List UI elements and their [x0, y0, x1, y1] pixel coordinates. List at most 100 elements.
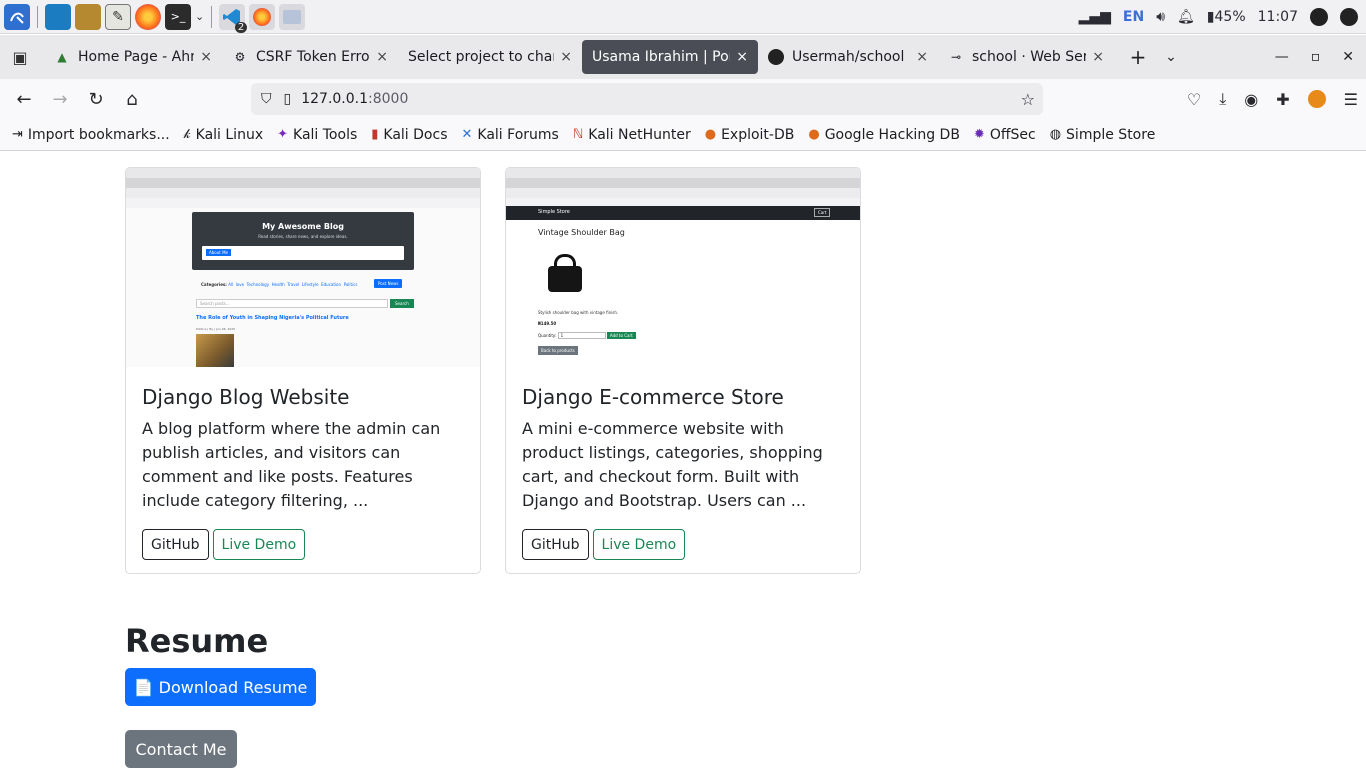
minimize-icon[interactable]: —: [1275, 49, 1289, 65]
bookmark-ghdb[interactable]: ● Google Hacking DB: [808, 127, 960, 143]
home-icon[interactable]: ⌂: [114, 81, 150, 117]
new-tab-button[interactable]: +: [1120, 45, 1156, 69]
bookmark-label: Kali NetHunter: [588, 126, 691, 143]
menu-icon[interactable]: ☰: [1344, 90, 1358, 109]
power-icon[interactable]: [1340, 7, 1358, 26]
mini-cart-button: Cart: [814, 208, 831, 217]
tab-list-chevron-icon[interactable]: ⌄: [1156, 49, 1186, 65]
bookmark-label: Simple Store: [1066, 126, 1156, 143]
volume-icon[interactable]: 🔊︎: [1156, 9, 1165, 25]
tab-label: Select project to change: [408, 49, 554, 65]
vscode-icon[interactable]: 2: [219, 3, 248, 33]
close-icon[interactable]: ×: [916, 49, 928, 65]
notification-bell-icon[interactable]: 🔔︎: [1177, 9, 1195, 25]
mini-bag-image: [548, 254, 582, 294]
bookmark-kali-linux[interactable]: 𝓀 Kali Linux: [184, 127, 263, 143]
url-bar[interactable]: ⛉ ▯ 127.0.0.1:8000 ☆: [251, 83, 1043, 115]
text-editor-icon[interactable]: ✎: [105, 3, 131, 30]
bookmark-simple-store[interactable]: ◍ Simple Store: [1050, 127, 1156, 143]
forward-arrow-icon[interactable]: →: [42, 81, 78, 117]
tab-select-project[interactable]: Select project to change ×: [398, 40, 582, 74]
live-demo-button[interactable]: Live Demo: [592, 529, 686, 560]
reload-icon[interactable]: ↻: [78, 81, 114, 117]
live-demo-button[interactable]: Live Demo: [212, 529, 306, 560]
clock[interactable]: 11:07: [1258, 9, 1298, 25]
bookmark-label: OffSec: [989, 126, 1036, 143]
tab-render-school[interactable]: ⊸ school · Web Service ×: [938, 40, 1114, 74]
battery-indicator[interactable]: ▮45%: [1207, 9, 1246, 25]
close-icon[interactable]: ×: [376, 49, 388, 65]
page-info-icon[interactable]: ▯: [284, 91, 292, 107]
extension-fox-icon[interactable]: [1307, 90, 1326, 108]
mini-post-news-button: Post News: [374, 279, 403, 288]
project-card-blog: My Awesome Blog Read stories, share news…: [125, 167, 481, 574]
extensions-icon[interactable]: ✚: [1276, 90, 1289, 109]
tab-github-school[interactable]: Usermah/school ×: [758, 40, 938, 74]
close-window-icon[interactable]: ✕: [1342, 49, 1354, 65]
contact-me-button[interactable]: Contact Me: [125, 730, 237, 768]
tab-portfolio[interactable]: Usama Ibrahim | Portfolio ×: [582, 40, 758, 74]
project-screenshot: Simple Store Cart Vintage Shoulder Bag S…: [506, 168, 860, 367]
tab-label: Usermah/school: [792, 49, 905, 65]
firefox-icon[interactable]: [135, 3, 161, 30]
desktop-icon[interactable]: [45, 3, 71, 30]
network-icon[interactable]: ▂▄▆: [1079, 9, 1111, 25]
github-button[interactable]: GitHub: [142, 529, 209, 560]
maximize-icon[interactable]: ▫: [1311, 49, 1321, 65]
close-icon[interactable]: ×: [200, 49, 212, 65]
tab-home-page[interactable]: ▲ Home Page - Ahmad ×: [44, 40, 222, 74]
firefox-window-icon[interactable]: [249, 3, 276, 30]
bookmark-label: Google Hacking DB: [824, 126, 960, 143]
downloads-icon[interactable]: ⤓: [1219, 89, 1226, 109]
mini-site-sub: Read stories, share news, and explore id…: [258, 234, 348, 239]
browser-tab-bar: ▣ ▲ Home Page - Ahmad × ⚙ CSRF Token Err…: [0, 35, 1366, 79]
bookmark-label: Kali Forums: [477, 126, 559, 143]
chevron-down-icon[interactable]: ⌄: [195, 10, 204, 23]
url-port: :8000: [368, 91, 409, 107]
download-resume-button[interactable]: 📄 Download Resume: [125, 668, 316, 706]
close-icon[interactable]: ×: [736, 49, 748, 65]
terminal-icon[interactable]: >_: [165, 3, 191, 30]
kali-menu-icon[interactable]: [4, 3, 30, 30]
tab-overview-icon[interactable]: ▣: [0, 48, 40, 67]
account-icon[interactable]: ◉: [1244, 90, 1258, 109]
bookmark-kali-forums[interactable]: ✕ Kali Forums: [462, 127, 559, 143]
mini-quantity-row: Quantity: 1 Add to Cart: [538, 332, 636, 339]
mini-hero: My Awesome Blog Read stories, share news…: [192, 212, 414, 270]
tab-label: Usama Ibrahim | Portfolio: [592, 49, 730, 65]
lock-screen-icon[interactable]: [1310, 7, 1328, 26]
close-icon[interactable]: ×: [1092, 49, 1104, 65]
openai-icon: ⚙: [234, 50, 246, 64]
pocket-icon[interactable]: ♡: [1187, 90, 1201, 109]
globe-icon: ◍: [1049, 127, 1062, 142]
keyboard-language[interactable]: EN: [1123, 9, 1144, 25]
bookmark-kali-nethunter[interactable]: ℕ Kali NetHunter: [573, 127, 691, 143]
bookmark-kali-docs[interactable]: ▮ Kali Docs: [371, 127, 447, 143]
exploit-db-icon: ●: [704, 127, 717, 142]
project-title: Django Blog Website: [142, 385, 350, 409]
shield-icon[interactable]: ⛉: [261, 91, 272, 107]
close-icon[interactable]: ×: [560, 49, 572, 65]
files-icon[interactable]: [75, 3, 101, 30]
bookmark-star-icon[interactable]: ☆: [1021, 90, 1035, 109]
tab-csrf[interactable]: ⚙ CSRF Token Error Fix ×: [222, 40, 398, 74]
battery-percent: 45%: [1214, 8, 1246, 25]
mini-post-title: The Role of Youth in Shaping Nigeria's P…: [196, 315, 349, 321]
mini-site-title: My Awesome Blog: [262, 222, 344, 231]
bookmark-kali-tools[interactable]: ✦ Kali Tools: [277, 127, 357, 143]
back-arrow-icon[interactable]: ←: [6, 81, 42, 117]
bookmark-exploit-db[interactable]: ● Exploit-DB: [705, 127, 795, 143]
mini-about-button: About Me: [206, 249, 232, 256]
bookmark-label: Kali Docs: [383, 126, 448, 143]
ghdb-icon: ●: [808, 127, 820, 142]
github-icon: [768, 49, 784, 65]
file-manager-window-icon[interactable]: [279, 3, 306, 30]
url-text[interactable]: 127.0.0.1:8000: [301, 91, 408, 107]
project-description: A mini e-commerce website with product l…: [522, 419, 823, 510]
kali-dragon-icon: 𝓀: [183, 127, 191, 142]
resume-heading: Resume: [125, 622, 269, 660]
vscode-window-count: 2: [234, 21, 248, 33]
bookmark-import[interactable]: ⇥ Import bookmarks...: [12, 127, 170, 143]
bookmark-offsec[interactable]: ✹ OffSec: [974, 127, 1036, 143]
github-button[interactable]: GitHub: [522, 529, 589, 560]
